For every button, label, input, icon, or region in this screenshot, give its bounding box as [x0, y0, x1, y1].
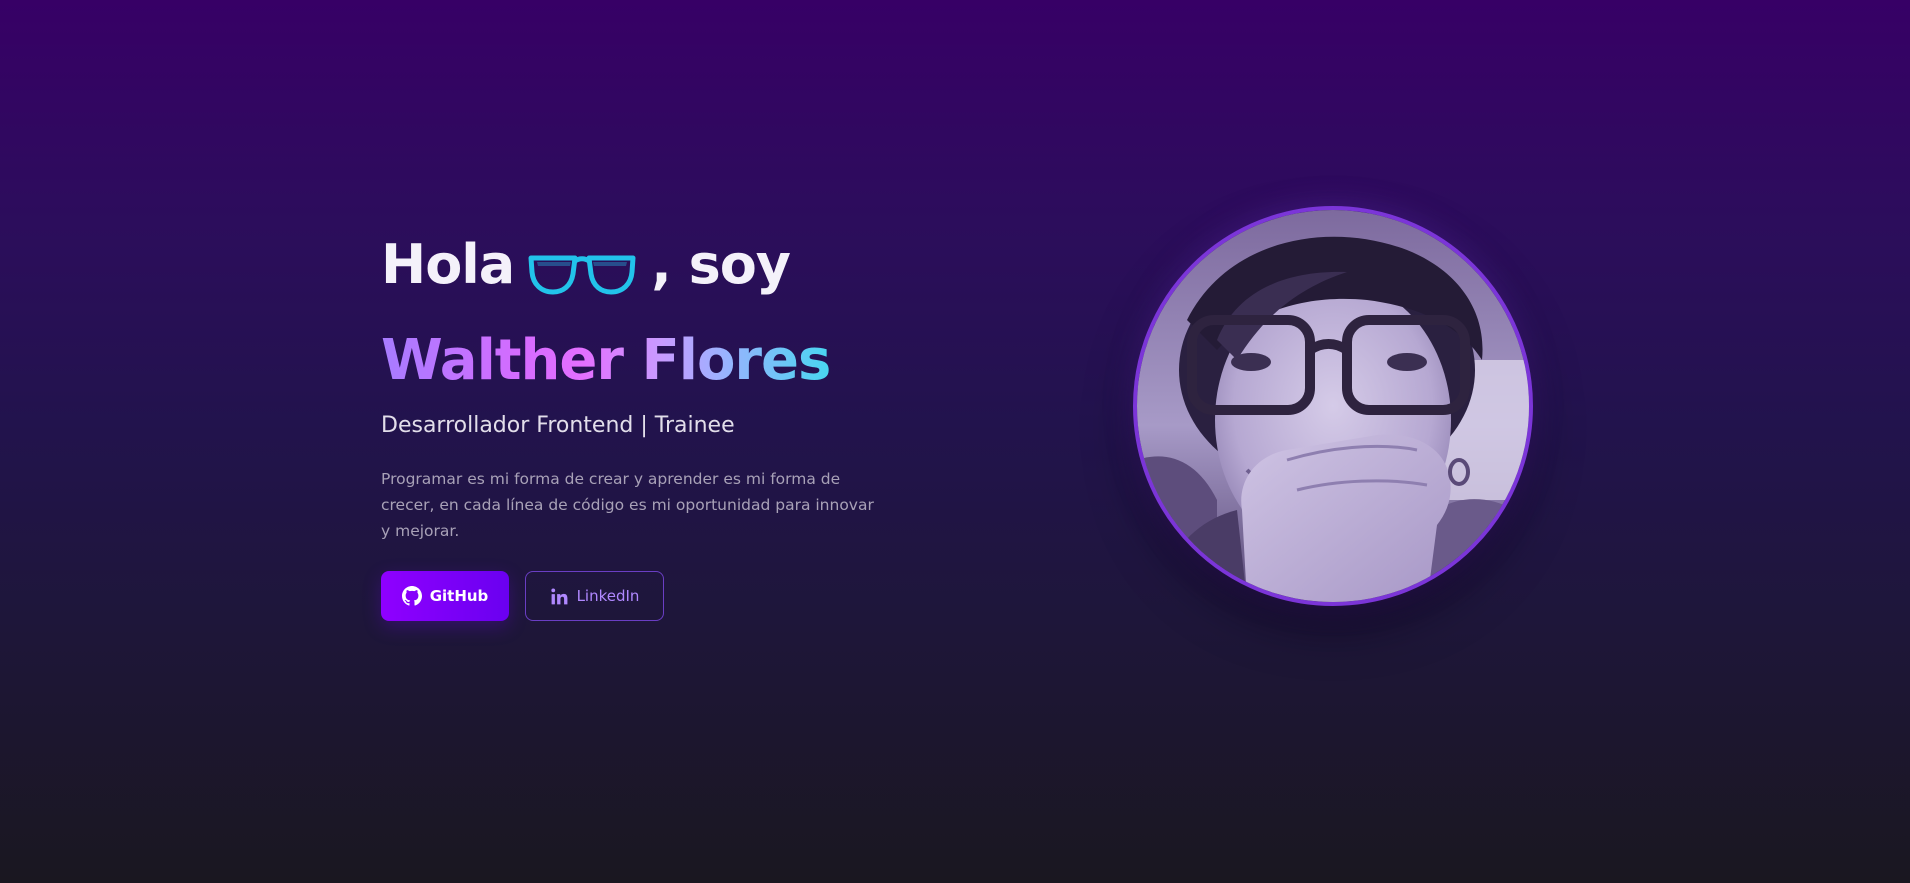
github-button[interactable]: GitHub [381, 571, 509, 621]
glasses-icon [527, 235, 637, 295]
github-button-label: GitHub [429, 587, 489, 605]
linkedin-icon [550, 587, 569, 606]
linkedin-button[interactable]: LinkedIn [525, 571, 664, 621]
linkedin-button-label: LinkedIn [576, 587, 640, 605]
greeting-end: , soy [651, 233, 791, 296]
developer-description: Programar es mi forma de crear y aprende… [381, 470, 874, 540]
developer-name: Walther Flores [381, 326, 831, 396]
greeting-start: Hola [381, 233, 515, 296]
profile-photo [1133, 206, 1533, 606]
social-buttons: GitHub LinkedIn [381, 571, 941, 621]
greeting-heading: Hola , soy [381, 222, 941, 308]
github-icon [401, 586, 422, 606]
hero-section: Hola , soy Walther Flores Desarrollador … [381, 222, 941, 621]
developer-role: Desarrollador Frontend | Trainee [381, 413, 735, 438]
